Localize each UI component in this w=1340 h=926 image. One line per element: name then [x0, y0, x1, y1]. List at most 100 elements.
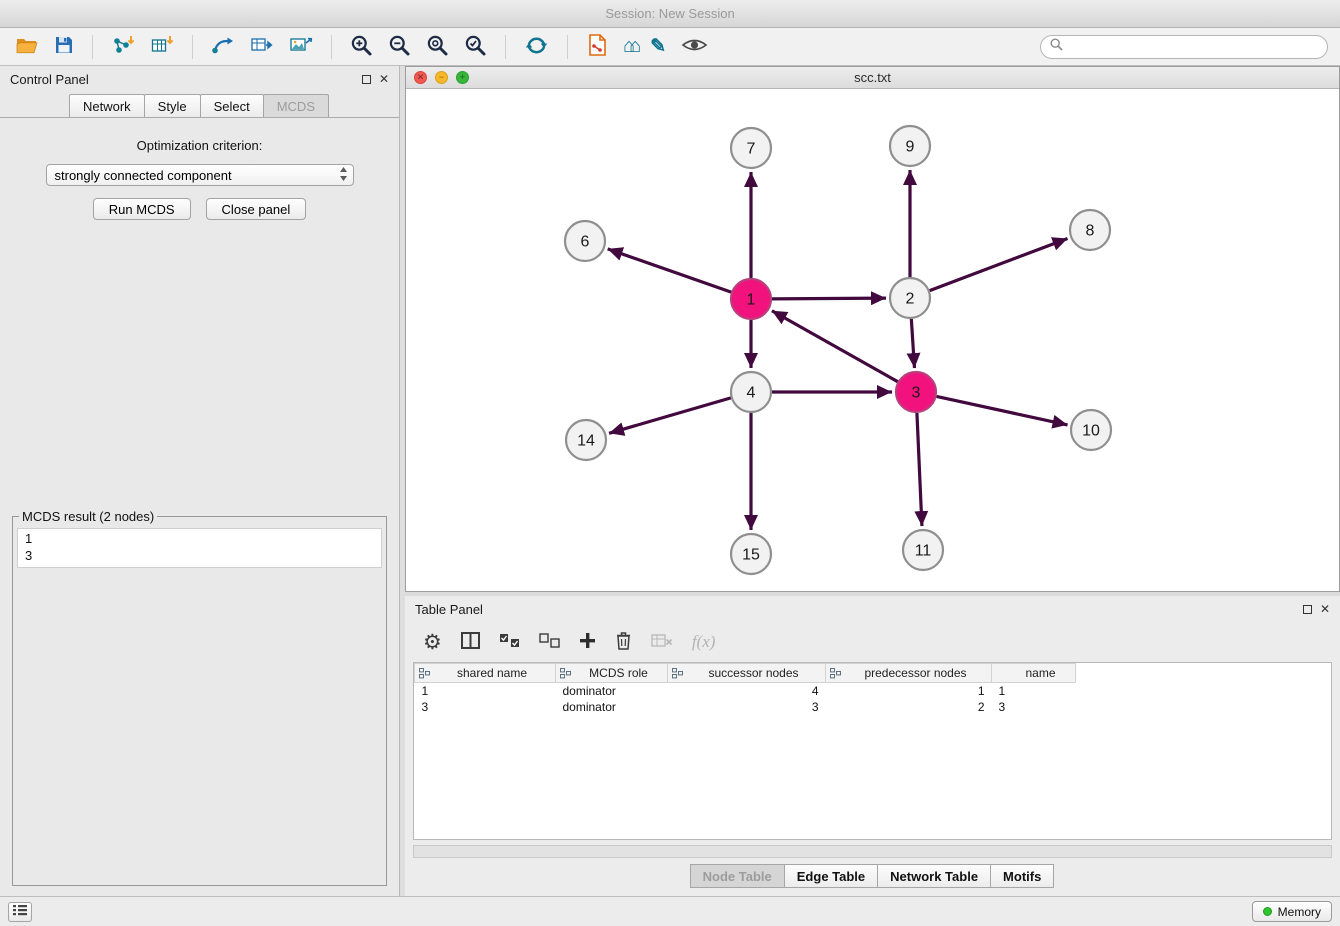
import-network-button[interactable] [108, 32, 138, 62]
edge-3-11[interactable] [917, 413, 922, 526]
right-pane: ✕ − + scc.txt 7968124310141511 [405, 66, 1340, 896]
edge-2-8[interactable] [930, 238, 1068, 290]
network-graph[interactable]: 7968124310141511 [406, 89, 1333, 591]
style-button[interactable]: ✎ [647, 32, 669, 62]
zoom-selected-button[interactable] [461, 32, 490, 62]
float-table-panel-icon[interactable] [1303, 605, 1312, 614]
add-column-button[interactable] [579, 632, 596, 652]
horizontal-scrollbar[interactable] [413, 845, 1332, 858]
table-header-row: shared name MCDS role successor nodes pr… [415, 664, 1330, 683]
open-session-button[interactable] [12, 32, 42, 62]
cell-mcds-role[interactable]: dominator [556, 683, 668, 699]
graph-node-label-9: 9 [906, 139, 915, 156]
close-panel-icon[interactable]: ✕ [379, 73, 389, 85]
edge-3-1[interactable] [772, 311, 898, 382]
import-table-button[interactable] [147, 32, 177, 62]
column-header-mcds-role[interactable]: MCDS role [556, 664, 668, 683]
tab-motifs[interactable]: Motifs [990, 864, 1054, 888]
close-panel-button[interactable]: Close panel [206, 198, 307, 220]
tab-node-table[interactable]: Node Table [690, 864, 785, 888]
zoom-out-button[interactable] [385, 32, 414, 62]
status-bar: Memory [0, 896, 1340, 926]
graph-node-label-2: 2 [906, 291, 915, 308]
close-table-panel-icon[interactable]: ✕ [1320, 603, 1330, 615]
table-tabs: Node Table Edge Table Network Table Moti… [405, 864, 1340, 888]
zoom-in-button[interactable] [347, 32, 376, 62]
home-button[interactable]: ⌂⌂ [620, 32, 638, 62]
tab-style[interactable]: Style [144, 94, 201, 117]
select-arrows-icon [338, 166, 349, 185]
column-header-predecessor-nodes[interactable]: predecessor nodes [826, 664, 992, 683]
cell-successor-nodes[interactable]: 4 [668, 683, 826, 699]
task-history-button[interactable] [8, 902, 32, 922]
run-mcds-button[interactable]: Run MCDS [93, 198, 191, 220]
apply-layout-button[interactable] [521, 32, 552, 62]
tab-select[interactable]: Select [200, 94, 264, 117]
delete-table-icon [651, 633, 673, 651]
cell-name[interactable]: 1 [992, 683, 1076, 699]
home-icon: ⌂⌂ [623, 35, 635, 58]
control-panel: Control Panel ✕ Network Style Select MCD… [0, 66, 399, 896]
network-file-button[interactable] [583, 32, 611, 62]
gear-icon: ⚙ [423, 632, 442, 653]
delete-table-button[interactable] [651, 633, 673, 651]
table-panel-title: Table Panel [415, 602, 483, 617]
graph-node-label-6: 6 [581, 234, 590, 251]
minimize-window-icon[interactable]: − [435, 71, 448, 84]
edge-2-3[interactable] [911, 319, 914, 368]
table-options-button[interactable]: ⚙ [423, 632, 442, 653]
zoom-fit-button[interactable] [423, 32, 452, 62]
memory-status-icon [1263, 907, 1272, 916]
close-window-icon[interactable]: ✕ [414, 71, 427, 84]
cell-predecessor-nodes[interactable]: 1 [826, 683, 992, 699]
maximize-window-icon[interactable]: + [456, 71, 469, 84]
column-header-shared-name[interactable]: shared name [415, 664, 556, 683]
import-table-icon [150, 35, 174, 58]
save-session-button[interactable] [51, 32, 77, 62]
graph-node-label-14: 14 [577, 433, 595, 450]
export-table-button[interactable] [247, 32, 277, 62]
memory-button[interactable]: Memory [1252, 901, 1332, 922]
zoom-fit-icon [426, 34, 449, 60]
graph-node-label-1: 1 [747, 292, 756, 309]
tab-network[interactable]: Network [69, 94, 145, 117]
cell-mcds-role[interactable]: dominator [556, 699, 668, 715]
tab-network-table[interactable]: Network Table [877, 864, 991, 888]
split-panel-button[interactable] [461, 632, 480, 652]
cell-shared-name[interactable]: 1 [415, 683, 556, 699]
float-panel-icon[interactable] [362, 75, 371, 84]
column-header-name[interactable]: name [992, 664, 1076, 683]
select-all-icon [499, 633, 520, 651]
delete-column-button[interactable] [615, 631, 632, 653]
tab-mcds[interactable]: MCDS [263, 94, 329, 117]
graph-node-label-3: 3 [912, 385, 921, 402]
edge-1-6[interactable] [608, 249, 732, 292]
search-input[interactable] [1069, 39, 1318, 54]
table-row[interactable]: 1dominator411 [415, 683, 1330, 699]
application-window: Session: New Session [0, 0, 1340, 926]
optimization-select[interactable]: strongly connected component [46, 164, 354, 186]
cell-predecessor-nodes[interactable]: 2 [826, 699, 992, 715]
node-table-container: shared name MCDS role successor nodes pr… [413, 662, 1332, 840]
show-graphics-button[interactable] [678, 32, 711, 62]
mcds-result-group: MCDS result (2 nodes) 1 3 [12, 509, 387, 886]
table-panel: Table Panel ✕ ⚙ [405, 596, 1340, 896]
cell-shared-name[interactable]: 3 [415, 699, 556, 715]
tab-edge-table[interactable]: Edge Table [784, 864, 878, 888]
table-row[interactable]: 3dominator323 [415, 699, 1330, 715]
control-panel-title: Control Panel [10, 72, 89, 87]
cell-successor-nodes[interactable]: 3 [668, 699, 826, 715]
export-image-button[interactable] [286, 32, 316, 62]
select-all-button[interactable] [499, 633, 520, 651]
edge-3-10[interactable] [937, 396, 1068, 424]
mcds-result-list[interactable]: 1 3 [17, 528, 382, 568]
trash-icon [615, 631, 632, 653]
cell-name[interactable]: 3 [992, 699, 1076, 715]
edge-1-2[interactable] [772, 298, 886, 299]
export-image-icon [289, 35, 313, 58]
edge-4-14[interactable] [609, 398, 731, 433]
export-network-button[interactable] [208, 32, 238, 62]
column-header-successor-nodes[interactable]: successor nodes [668, 664, 826, 683]
deselect-all-button[interactable] [539, 633, 560, 651]
function-builder-button[interactable]: f(x) [692, 632, 716, 652]
